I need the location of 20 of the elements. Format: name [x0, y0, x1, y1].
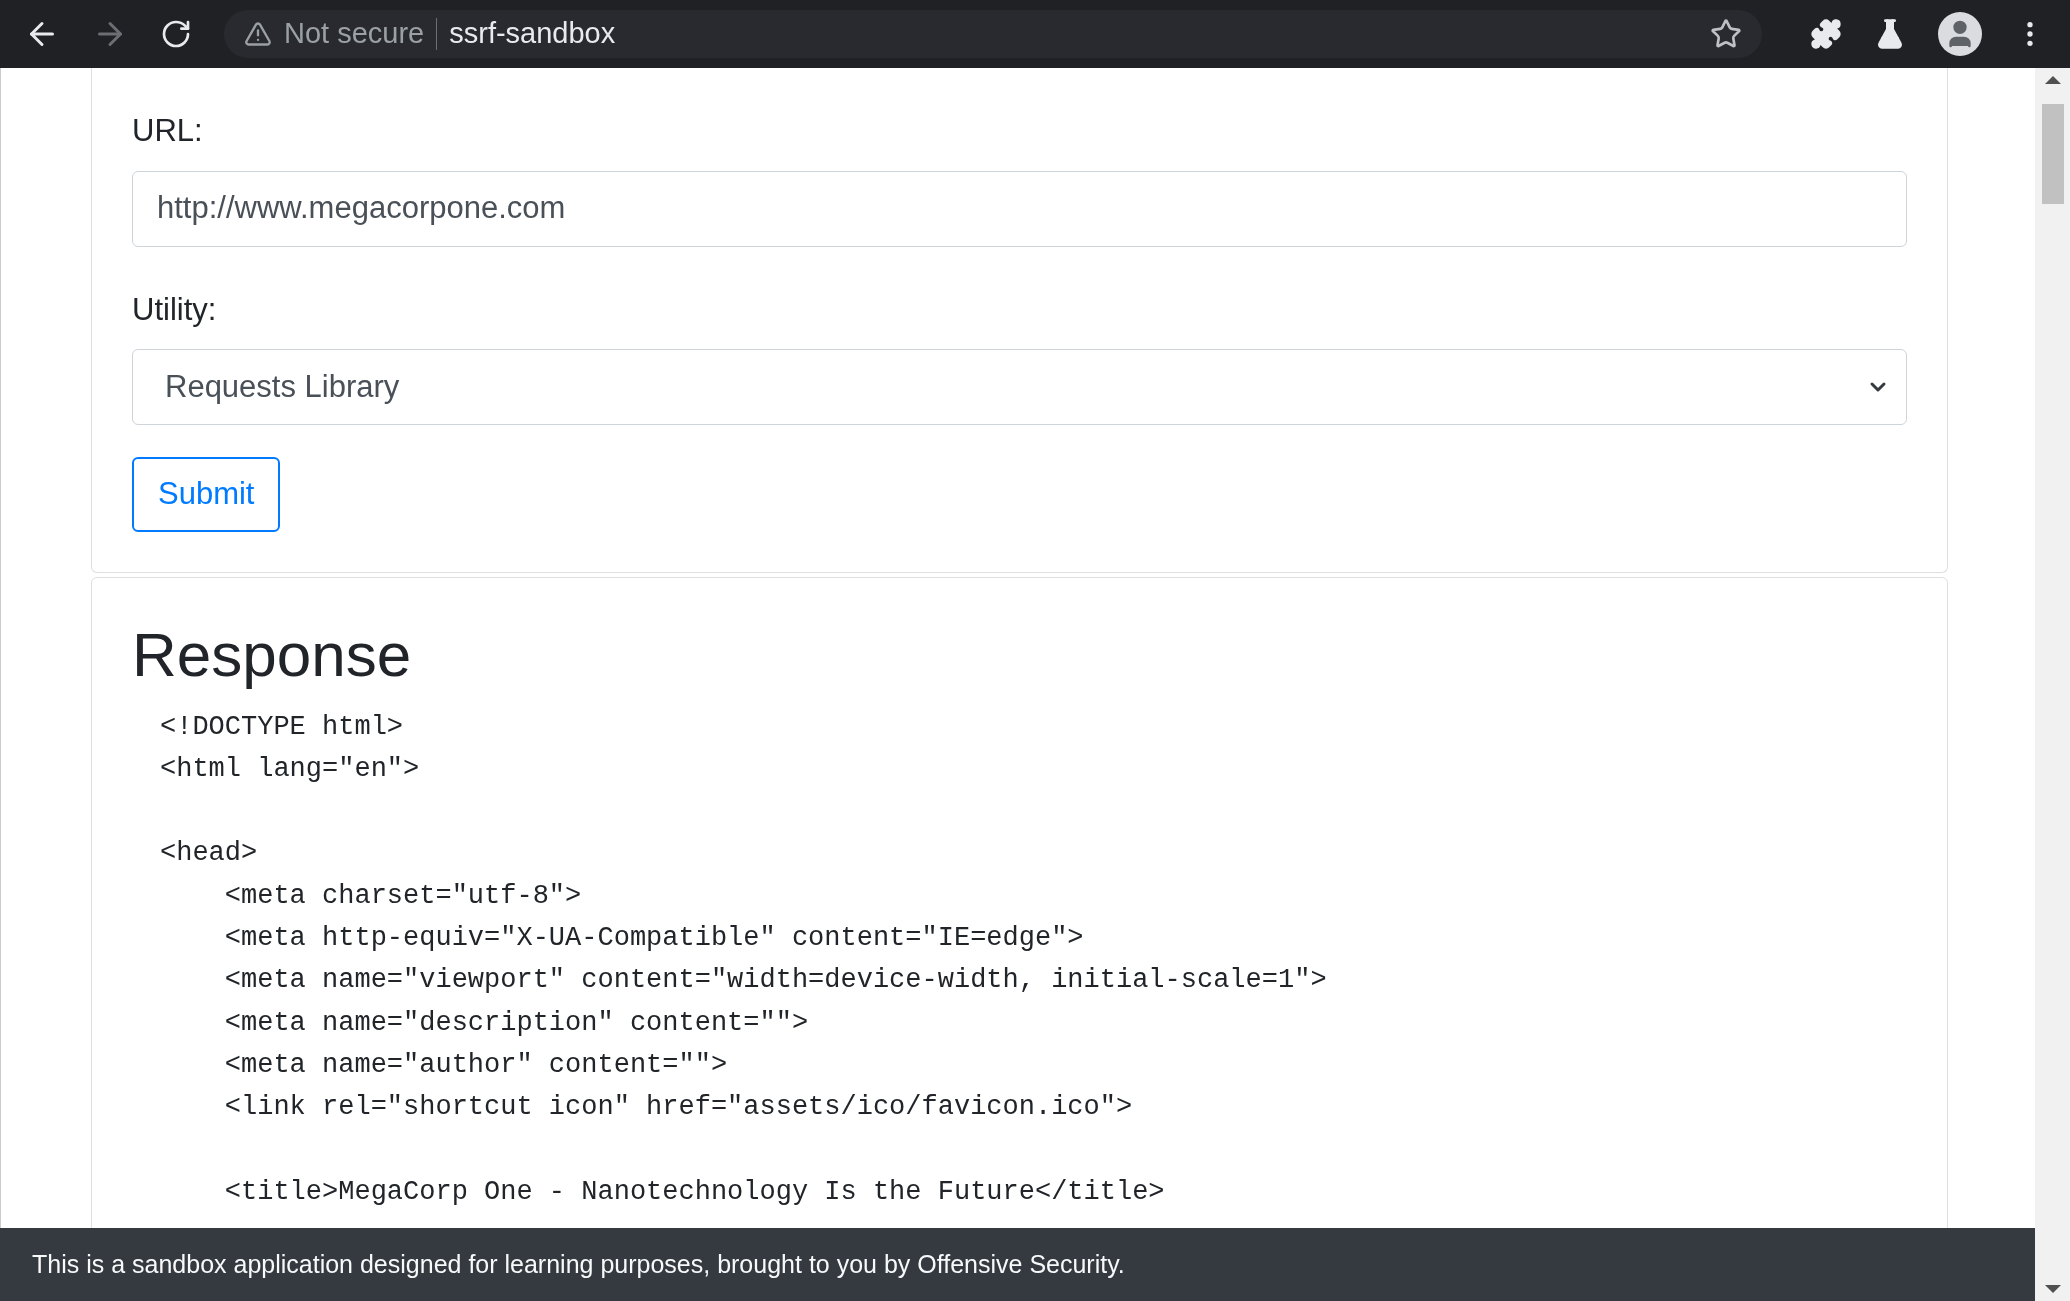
- scrollbar[interactable]: [2035, 68, 2070, 1301]
- scroll-up-icon[interactable]: [2044, 76, 2061, 84]
- utility-select[interactable]: Requests Library: [132, 349, 1907, 425]
- bookmark-star-icon[interactable]: [1710, 18, 1742, 50]
- profile-avatar[interactable]: [1938, 12, 1982, 56]
- response-code: <!DOCTYPE html> <html lang="en"> <head> <meta charset="utf-8"> <meta http-equiv="X-UA-Compatible" content="IE=edge"> <meta name="viewport" content="width=device-width, initial-scale=1"> <meta name="description" content=""> <meta name="author" content=""> <link rel="shortcut icon" href="assets/ico/favicon.ico"> <title>MegaCorp One - Nanotechnology Is the Future</title>: [159, 710, 1328, 1209]
- utility-label: Utility:: [132, 290, 218, 329]
- warning-icon: [244, 20, 272, 48]
- scroll-thumb[interactable]: [2041, 104, 2064, 204]
- address-text: ssrf-sandbox: [449, 16, 617, 52]
- url-field[interactable]: http://www.megacorpone.com: [132, 170, 1907, 247]
- url-label: URL:: [132, 112, 204, 150]
- response-title: Response: [132, 619, 413, 691]
- reload-icon[interactable]: [160, 18, 192, 50]
- security-label: Not secure: [284, 16, 425, 52]
- address-bar[interactable]: Not secure ssrf-sandbox: [224, 10, 1762, 58]
- footer-text: This is a sandbox application designed for learning purposes, brought to you by Offensive Security.: [32, 1248, 1125, 1280]
- scroll-down-icon[interactable]: [2044, 1285, 2061, 1293]
- submit-button[interactable]: Submit: [132, 457, 281, 532]
- puzzle-icon[interactable]: [1810, 18, 1842, 50]
